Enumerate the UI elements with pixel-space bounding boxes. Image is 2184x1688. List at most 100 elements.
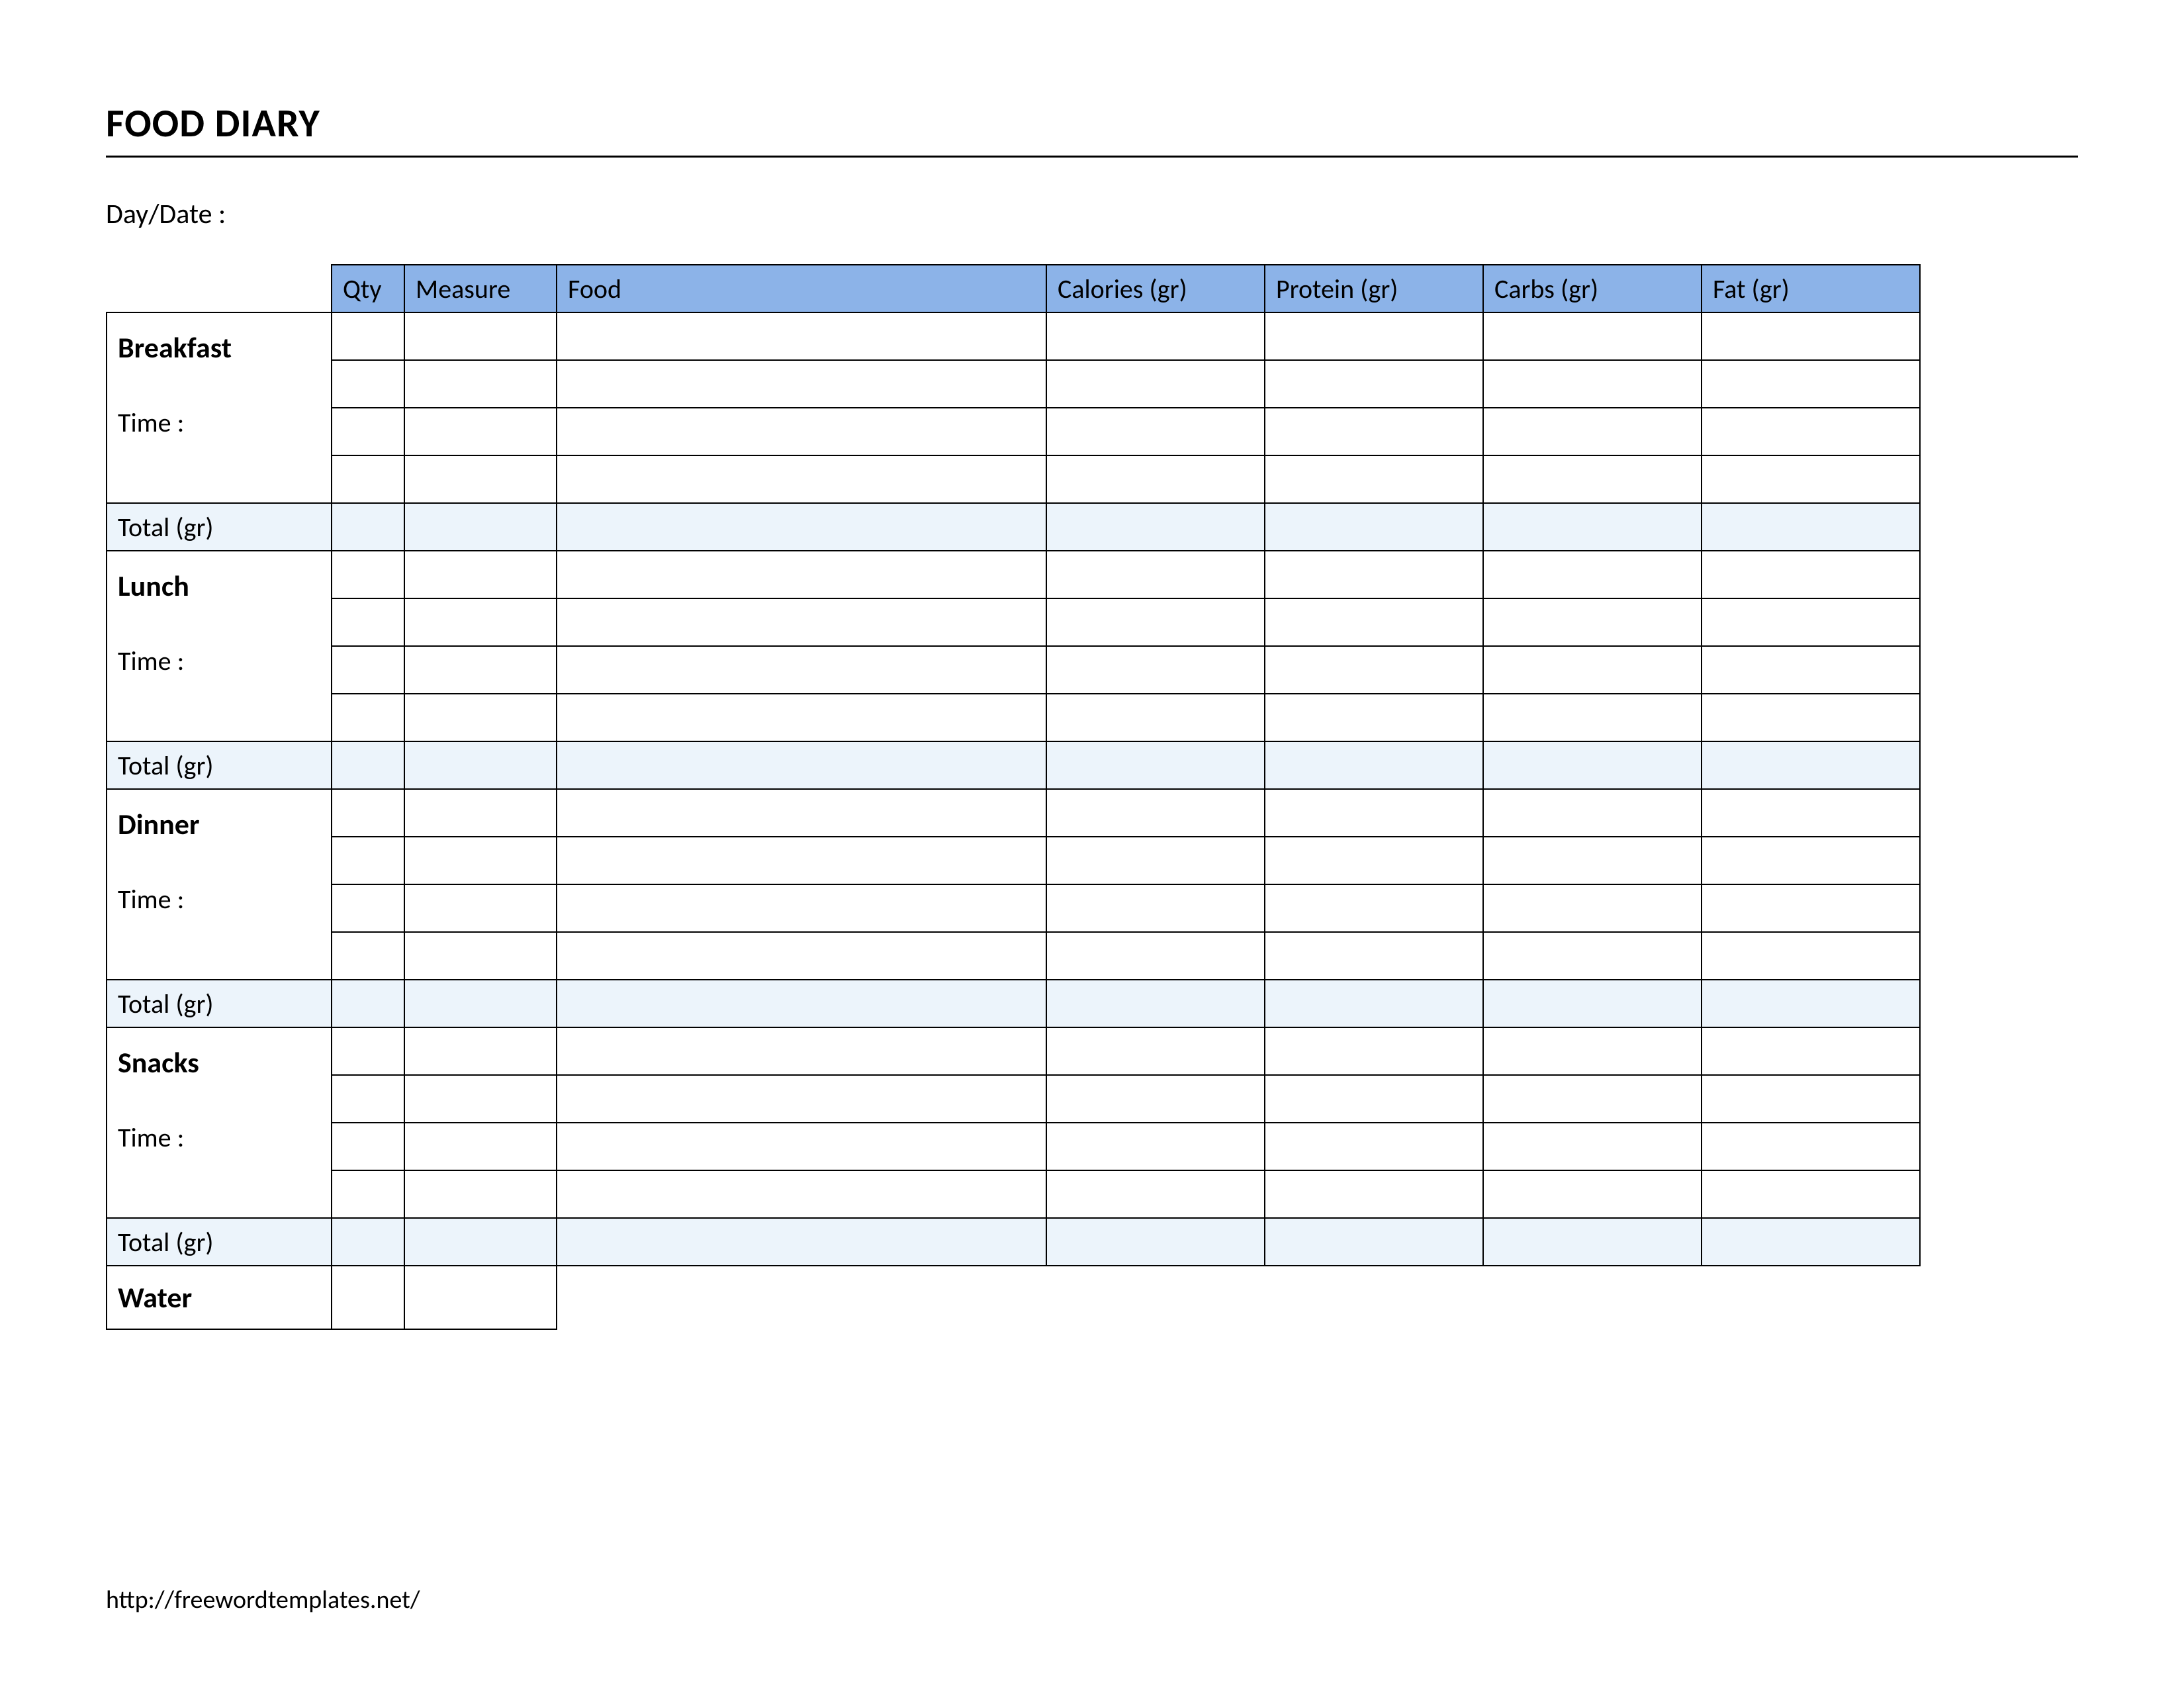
cell[interactable]: [404, 1075, 557, 1123]
cell[interactable]: [404, 1170, 557, 1218]
cell[interactable]: [1483, 551, 1702, 598]
cell[interactable]: [332, 1170, 404, 1218]
cell[interactable]: [404, 408, 557, 455]
cell[interactable]: [1046, 1123, 1265, 1170]
cell[interactable]: [1046, 694, 1265, 741]
cell[interactable]: [332, 455, 404, 503]
cell[interactable]: [1265, 789, 1483, 837]
cell[interactable]: [1046, 551, 1265, 598]
cell[interactable]: [1483, 932, 1702, 980]
cell[interactable]: [1483, 1123, 1702, 1170]
cell[interactable]: [1483, 1027, 1702, 1075]
cell[interactable]: [557, 551, 1046, 598]
cell[interactable]: [332, 1266, 404, 1329]
cell[interactable]: [557, 455, 1046, 503]
cell[interactable]: [1483, 884, 1702, 932]
cell[interactable]: [1702, 646, 1920, 694]
cell[interactable]: [404, 1027, 557, 1075]
cell[interactable]: [557, 408, 1046, 455]
cell[interactable]: [1483, 1075, 1702, 1123]
cell[interactable]: [1483, 455, 1702, 503]
cell[interactable]: [1483, 694, 1702, 741]
cell[interactable]: [404, 932, 557, 980]
cell[interactable]: [332, 598, 404, 646]
cell[interactable]: [557, 646, 1046, 694]
cell[interactable]: [1483, 789, 1702, 837]
cell[interactable]: [1046, 598, 1265, 646]
cell[interactable]: [1483, 1170, 1702, 1218]
cell[interactable]: [404, 884, 557, 932]
cell[interactable]: [332, 789, 404, 837]
cell[interactable]: [332, 312, 404, 360]
cell[interactable]: [332, 360, 404, 408]
cell[interactable]: [557, 1123, 1046, 1170]
cell[interactable]: [1265, 312, 1483, 360]
cell[interactable]: [1702, 1123, 1920, 1170]
cell[interactable]: [1265, 551, 1483, 598]
cell[interactable]: [1046, 1027, 1265, 1075]
cell[interactable]: [1046, 455, 1265, 503]
cell[interactable]: [1046, 360, 1265, 408]
cell[interactable]: [404, 1123, 557, 1170]
cell[interactable]: [1265, 932, 1483, 980]
cell[interactable]: [1046, 408, 1265, 455]
cell[interactable]: [1702, 598, 1920, 646]
cell[interactable]: [1702, 932, 1920, 980]
cell[interactable]: [332, 408, 404, 455]
cell[interactable]: [1265, 1027, 1483, 1075]
cell[interactable]: [1265, 837, 1483, 884]
cell[interactable]: [1702, 694, 1920, 741]
cell[interactable]: [404, 646, 557, 694]
cell[interactable]: [1702, 789, 1920, 837]
cell[interactable]: [332, 551, 404, 598]
cell[interactable]: [1046, 1170, 1265, 1218]
cell[interactable]: [1483, 360, 1702, 408]
cell[interactable]: [1265, 646, 1483, 694]
cell[interactable]: [1265, 360, 1483, 408]
cell[interactable]: [1702, 312, 1920, 360]
cell[interactable]: [1702, 408, 1920, 455]
cell[interactable]: [557, 1027, 1046, 1075]
cell[interactable]: [1702, 884, 1920, 932]
cell[interactable]: [1483, 408, 1702, 455]
cell[interactable]: [1483, 837, 1702, 884]
cell[interactable]: [1046, 789, 1265, 837]
cell[interactable]: [1046, 932, 1265, 980]
cell[interactable]: [332, 646, 404, 694]
cell[interactable]: [1483, 646, 1702, 694]
cell[interactable]: [332, 884, 404, 932]
cell[interactable]: [404, 360, 557, 408]
cell[interactable]: [1265, 884, 1483, 932]
cell[interactable]: [557, 837, 1046, 884]
cell[interactable]: [557, 884, 1046, 932]
cell[interactable]: [404, 1266, 557, 1329]
cell[interactable]: [1702, 551, 1920, 598]
cell[interactable]: [332, 1123, 404, 1170]
cell[interactable]: [404, 837, 557, 884]
cell[interactable]: [1046, 646, 1265, 694]
cell[interactable]: [1702, 837, 1920, 884]
cell[interactable]: [1046, 837, 1265, 884]
cell[interactable]: [332, 1075, 404, 1123]
cell[interactable]: [557, 1170, 1046, 1218]
cell[interactable]: [404, 455, 557, 503]
cell[interactable]: [332, 694, 404, 741]
cell[interactable]: [404, 551, 557, 598]
cell[interactable]: [404, 312, 557, 360]
cell[interactable]: [557, 932, 1046, 980]
cell[interactable]: [557, 598, 1046, 646]
cell[interactable]: [332, 1027, 404, 1075]
cell[interactable]: [404, 789, 557, 837]
cell[interactable]: [1702, 1075, 1920, 1123]
cell[interactable]: [1265, 1123, 1483, 1170]
cell[interactable]: [1265, 408, 1483, 455]
cell[interactable]: [1265, 694, 1483, 741]
cell[interactable]: [332, 837, 404, 884]
cell[interactable]: [557, 789, 1046, 837]
cell[interactable]: [1265, 1075, 1483, 1123]
cell[interactable]: [1483, 598, 1702, 646]
cell[interactable]: [332, 932, 404, 980]
cell[interactable]: [1702, 360, 1920, 408]
cell[interactable]: [1702, 455, 1920, 503]
cell[interactable]: [1265, 1170, 1483, 1218]
